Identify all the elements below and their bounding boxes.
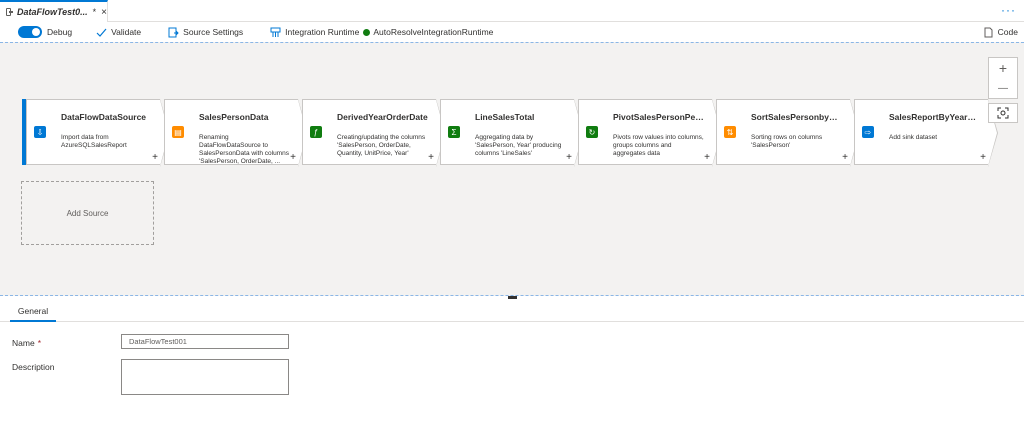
node-icon-strip: ⇩ [26, 99, 53, 165]
node-title: SalesReportByYearCSV [889, 112, 980, 122]
node-icon-strip: ↻ [578, 99, 605, 165]
pivot-icon: ↻ [586, 126, 598, 138]
node-title: DataFlowDataSource [61, 112, 147, 122]
derived-column-icon: ƒ [310, 126, 322, 138]
validate-button[interactable]: Validate [96, 22, 141, 42]
node-description: Add sink dataset [889, 134, 938, 141]
fit-to-screen-button[interactable] [988, 103, 1018, 123]
add-transform-button[interactable]: + [704, 152, 710, 163]
code-icon [983, 27, 994, 38]
debug-label: Debug [47, 27, 73, 37]
add-transform-button[interactable]: + [290, 152, 296, 163]
runtime-name: AutoResolveIntegrationRuntime [373, 27, 494, 37]
node-body: SalesReportByYearCSV Add sink dataset [881, 99, 998, 167]
sort-icon: ⇅ [724, 126, 736, 138]
node-icon-strip: ⇨ [854, 99, 881, 165]
zoom-in-button[interactable]: + [989, 58, 1017, 78]
node-description: Pivots row values into columns, groups c… [613, 134, 704, 157]
node-body: SortSalesPersonbyNam... Sorting rows on c… [743, 99, 860, 167]
node-description: Aggregating data by 'SalesPerson, Year' … [475, 134, 562, 157]
checkmark-icon [96, 27, 107, 38]
description-label: Description [12, 362, 55, 372]
node-title: SortSalesPersonbyNam... [751, 112, 842, 122]
fit-to-screen-icon [997, 107, 1009, 119]
description-input[interactable] [121, 359, 289, 395]
node-description: Import data from AzureSQLSalesReport [61, 134, 127, 149]
unsaved-marker: * [92, 7, 97, 17]
dataflow-icon [6, 8, 13, 16]
source-settings-icon [168, 27, 179, 38]
tab-general[interactable]: General [10, 301, 56, 322]
debug-toggle[interactable] [18, 26, 42, 38]
node-description: Creating/updating the columns 'SalesPers… [337, 134, 426, 157]
transform-node[interactable]: Σ LineSalesTotal Aggregating data by 'Sale… [440, 99, 584, 167]
add-transform-button[interactable]: + [980, 152, 986, 163]
properties-tab-bar: General [0, 301, 1024, 322]
sink-icon: ⇨ [862, 126, 874, 138]
node-title: SalesPersonData [199, 112, 269, 122]
zoom-out-button[interactable]: — [989, 78, 1017, 98]
tab-dataflow[interactable]: DataFlowTest0... * × [0, 0, 108, 22]
integration-runtime-button[interactable]: Integration Runtime AutoResolveIntegrati… [270, 22, 493, 42]
add-transform-button[interactable]: + [152, 152, 158, 163]
dataflow-stream: ⇩ DataFlowDataSource Import data from Azur… [22, 99, 998, 167]
select-icon: ▤ [172, 126, 184, 138]
transform-node[interactable]: ▤ SalesPersonData Renaming DataFlowDataSou… [164, 99, 308, 167]
transform-node[interactable]: ↻ PivotSalesPersonPerYear Pivots row value… [578, 99, 722, 167]
tab-title: DataFlowTest0... [16, 7, 88, 17]
node-title: DerivedYearOrderDate [337, 112, 428, 122]
code-label: Code [997, 27, 1018, 37]
add-transform-button[interactable]: + [428, 152, 434, 163]
validate-label: Validate [111, 27, 142, 37]
add-source-button[interactable]: Add Source [21, 181, 154, 245]
node-icon-strip: ▤ [164, 99, 191, 165]
more-options-icon[interactable]: ··· [1001, 3, 1016, 17]
node-description: Sorting rows on columns 'SalesPerson' [751, 134, 823, 149]
node-body: LineSalesTotal Aggregating data by 'Sales… [467, 99, 584, 167]
runtime-status-icon [363, 28, 371, 36]
integration-runtime-icon [270, 27, 281, 38]
aggregate-icon: Σ [448, 126, 460, 138]
debug-toggle-group[interactable]: Debug [0, 22, 72, 42]
transform-node[interactable]: ⇅ SortSalesPersonbyNam... Sorting rows on … [716, 99, 860, 167]
name-input[interactable] [121, 334, 289, 349]
node-title: PivotSalesPersonPerYear [613, 112, 704, 122]
name-label: Name * [12, 338, 41, 348]
node-description: Renaming DataFlowDataSource to SalesPers… [199, 134, 289, 165]
node-body: DerivedYearOrderDate Creating/updating th… [329, 99, 446, 167]
node-body: PivotSalesPersonPerYear Pivots row values… [605, 99, 722, 167]
transform-node[interactable]: ⇩ DataFlowDataSource Import data from Azur… [26, 99, 170, 167]
source-settings-label: Source Settings [183, 27, 244, 37]
name-label-text: Name [12, 338, 35, 348]
node-icon-strip: Σ [440, 99, 467, 165]
required-marker: * [37, 338, 41, 348]
node-body: DataFlowDataSource Import data from Azure… [53, 99, 170, 167]
node-title: LineSalesTotal [475, 112, 535, 122]
transform-node[interactable]: ⇨ SalesReportByYearCSV Add sink dataset + [854, 99, 998, 167]
node-icon-strip: ⇅ [716, 99, 743, 165]
node-body: SalesPersonData Renaming DataFlowDataSour… [191, 99, 308, 167]
panel-splitter-handle[interactable] [508, 296, 517, 299]
close-icon[interactable]: × [101, 7, 107, 18]
dataflow-canvas[interactable]: ⇩ DataFlowDataSource Import data from Azur… [0, 42, 1024, 296]
add-transform-button[interactable]: + [566, 152, 572, 163]
transform-node[interactable]: ƒ DerivedYearOrderDate Creating/updating t… [302, 99, 446, 167]
toolbar: Debug Validate Source Settings Integrati… [0, 22, 1024, 42]
add-transform-button[interactable]: + [842, 152, 848, 163]
editor-tab-bar: DataFlowTest0... * × ··· [0, 0, 1024, 22]
zoom-controls: + — [988, 57, 1018, 99]
node-icon-strip: ƒ [302, 99, 329, 165]
integration-runtime-label: Integration Runtime [285, 27, 360, 37]
source-settings-button[interactable]: Source Settings [168, 22, 243, 42]
code-button[interactable]: Code [983, 22, 1018, 42]
source-icon: ⇩ [34, 126, 46, 138]
